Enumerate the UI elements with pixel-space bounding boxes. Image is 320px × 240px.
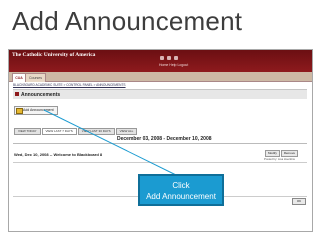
date-range: December 03, 2008 - December 10, 2008 [117,136,212,142]
home-icon[interactable] [160,56,164,60]
add-announcement-label: Add Announcement [23,108,54,112]
header-icons [160,56,178,60]
tab-cua[interactable]: CUA [12,73,26,82]
tab-courses[interactable]: Courses [25,73,46,82]
callout-line-1: Click [172,181,190,190]
add-announcement-icon [16,108,23,114]
view-today-button[interactable]: VIEW TODAY [14,128,41,135]
slide-title: Add Announcement [12,6,243,36]
posted-by: Posted by: Lisa Hoerkins [264,157,295,161]
tab-bar: CUA Courses [9,72,312,82]
header-links[interactable]: Home Help Logout [159,63,188,67]
callout-line-2: Add Announcement [146,192,216,201]
help-icon[interactable] [167,56,171,60]
add-announcement-button[interactable]: Add Announcement [14,106,58,115]
logout-icon[interactable] [174,56,178,60]
ok-button[interactable]: OK [292,198,306,205]
section-title: Announcements [21,92,61,98]
modify-button[interactable]: Modify [265,150,280,157]
remove-button[interactable]: Remove [280,150,299,157]
divider [13,162,307,163]
breadcrumb[interactable]: BLACKBOARD ACADEMIC SUITE > CONTROL PANE… [13,83,126,87]
view-filter-buttons: VIEW TODAY VIEW LAST 7 DAYS VIEW LAST 30… [14,128,138,135]
announcement-title: Wed, Dec 10, 2008 -- Welcome to Blackboa… [14,152,103,157]
bb-header: The Catholic University of America Home … [9,50,312,72]
view-last-30-days-button[interactable]: VIEW LAST 30 DAYS [77,128,115,135]
instruction-callout: Click Add Announcement [138,174,224,206]
announcements-icon [15,92,19,96]
view-all-button[interactable]: VIEW ALL [115,128,138,135]
view-last-7-days-button[interactable]: VIEW LAST 7 DAYS [41,128,77,135]
institution-logo: The Catholic University of America [12,52,96,58]
divider [13,143,307,144]
section-header: Announcements [13,89,307,99]
announcement-actions: Modify Remove [265,150,299,157]
